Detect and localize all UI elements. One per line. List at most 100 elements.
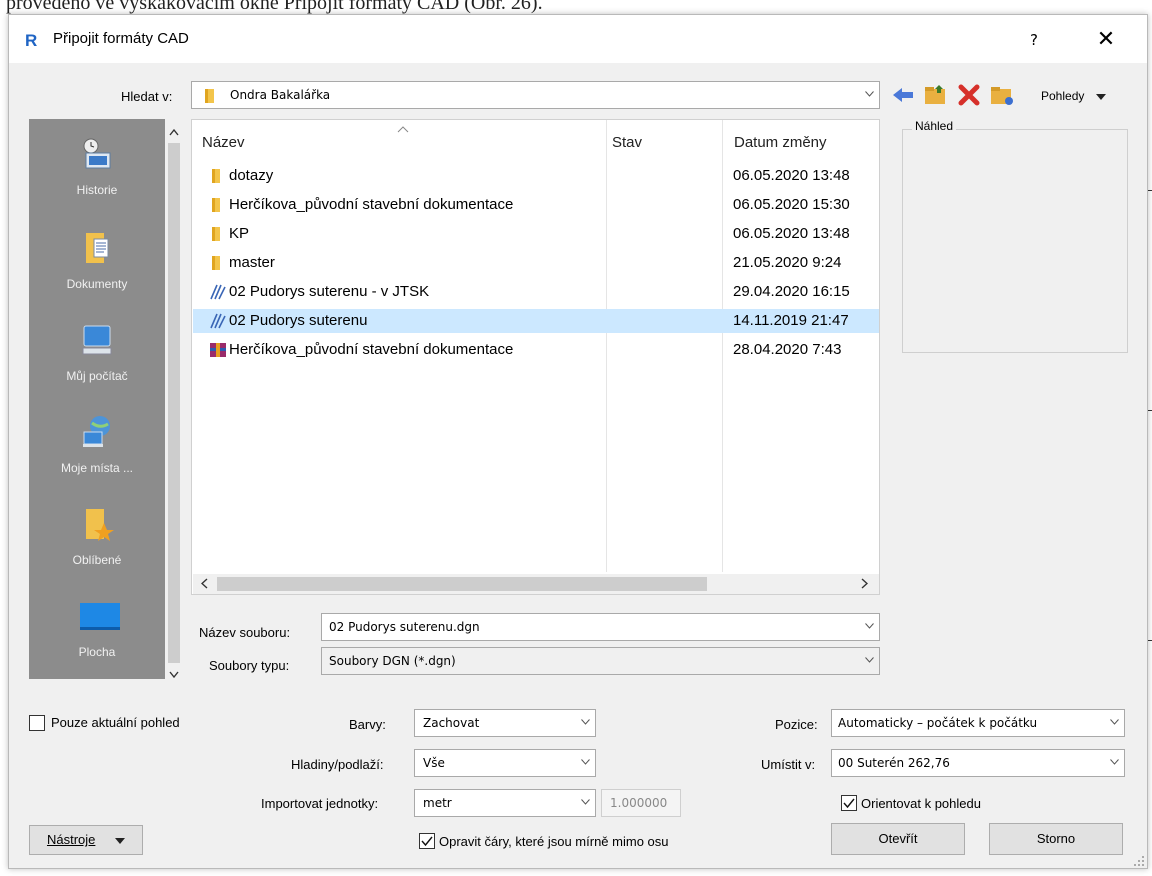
look-in-select[interactable]: Ondra Bakalářka — [191, 81, 880, 109]
document-caption: provedeno ve vyskakovacím okně Připojit … — [6, 0, 543, 14]
file-date: 06.05.2020 13:48 — [733, 225, 850, 242]
scrollbar-thumb[interactable] — [168, 143, 180, 663]
place-desktop[interactable]: Plocha — [29, 599, 165, 659]
place-label: Oblíbené — [72, 553, 122, 567]
filetype-value: Soubory DGN (*.dgn) — [329, 654, 456, 668]
close-button[interactable]: ✕ — [1086, 25, 1126, 55]
file-date: 21.05.2020 9:24 — [733, 254, 842, 271]
new-folder-icon[interactable] — [989, 83, 1015, 107]
desktop-icon — [80, 599, 120, 633]
computer-icon — [80, 323, 114, 357]
file-date: 28.04.2020 7:43 — [733, 341, 842, 358]
column-header-name[interactable]: Název — [202, 134, 245, 151]
fix-lines-checkbox[interactable] — [419, 833, 435, 849]
orient-to-view-checkbox[interactable] — [841, 795, 857, 811]
help-button[interactable]: ? — [1014, 25, 1054, 55]
revit-app-icon: R — [25, 31, 38, 50]
column-header-status[interactable]: Stav — [612, 134, 642, 151]
places-scrollbar[interactable] — [165, 119, 183, 679]
dropdown-arrow-icon — [115, 826, 126, 854]
filename-value: 02 Pudorys suterenu.dgn — [329, 620, 480, 634]
title-bar: R Připojit formáty CAD ? ✕ — [9, 15, 1147, 63]
scroll-up-icon[interactable] — [169, 125, 179, 140]
colors-select[interactable]: Zachovat — [414, 709, 596, 737]
orient-to-view-label: Orientovat k pohledu — [861, 796, 981, 811]
place-my-network[interactable]: Moje místa ... — [29, 415, 165, 475]
folder-icon — [209, 226, 225, 242]
chevron-down-icon — [865, 623, 874, 631]
file-name: Herčíkova_původní stavební dokumentace — [229, 341, 514, 358]
filename-combobox[interactable]: 02 Pudorys suterenu.dgn — [321, 613, 880, 641]
look-in-label: Hledat v: — [121, 89, 173, 104]
file-row[interactable]: Herčíkova_původní stavební dokumentace 0… — [193, 193, 879, 217]
position-label: Pozice: — [775, 717, 818, 732]
scroll-down-icon[interactable] — [169, 667, 179, 682]
column-header-date[interactable]: Datum změny — [734, 134, 827, 151]
current-view-only-checkbox[interactable] — [29, 715, 45, 731]
chevron-down-icon — [581, 799, 590, 807]
delete-icon[interactable] — [957, 83, 981, 107]
favorites-icon — [80, 507, 114, 541]
dgn-file-icon — [209, 284, 226, 300]
file-row[interactable]: dotazy 06.05.2020 13:48 — [193, 164, 879, 188]
scrollbar-thumb[interactable] — [217, 577, 707, 591]
position-select[interactable]: Automaticky – počátek k počátku — [831, 709, 1125, 737]
views-menu[interactable]: Pohledy — [1041, 89, 1106, 103]
file-date: 29.04.2020 16:15 — [733, 283, 850, 300]
up-folder-icon[interactable] — [923, 83, 949, 107]
tools-label: Nástroje — [46, 832, 96, 847]
file-date: 06.05.2020 13:48 — [733, 167, 850, 184]
position-value: Automaticky – počátek k počátku — [838, 716, 1038, 730]
chevron-down-icon — [1110, 719, 1119, 727]
chevron-down-icon — [1110, 759, 1119, 767]
scroll-right-icon[interactable] — [861, 578, 869, 593]
file-name: Herčíkova_původní stavební dokumentace — [229, 196, 514, 213]
open-button[interactable]: Otevřít — [831, 823, 965, 855]
place-favorites[interactable]: Oblíbené — [29, 507, 165, 567]
layers-label: Hladiny/podlaží: — [291, 757, 384, 772]
place-label: Moje místa ... — [60, 461, 134, 475]
dropdown-arrow-icon — [1095, 89, 1106, 103]
file-name: 02 Pudorys suterenu - v JTSK — [229, 283, 430, 300]
layers-select[interactable]: Vše — [414, 749, 596, 777]
cancel-button[interactable]: Storno — [989, 823, 1123, 855]
import-units-select[interactable]: metr — [414, 789, 596, 817]
filetype-select[interactable]: Soubory DGN (*.dgn) — [321, 647, 880, 675]
file-list[interactable]: Název Stav Datum změny dotazy 06.05.2020… — [191, 119, 880, 595]
documents-icon — [80, 231, 114, 265]
file-date: 14.11.2019 21:47 — [733, 312, 849, 329]
place-at-value: 00 Suterén 262,76 — [838, 756, 950, 770]
back-arrow-icon[interactable] — [891, 85, 915, 105]
fix-lines-label: Opravit čáry, které jsou mírně mimo osu — [439, 834, 669, 849]
file-row-selected[interactable]: 02 Pudorys suterenu 14.11.2019 21:47 — [193, 309, 879, 333]
tools-button[interactable]: Nástroje — [29, 825, 143, 855]
place-my-computer[interactable]: Můj počítač — [29, 323, 165, 383]
chevron-down-icon — [865, 657, 874, 665]
current-view-only-label: Pouze aktuální pohled — [51, 715, 180, 730]
filename-label: Název souboru: — [199, 625, 291, 640]
folder-icon — [209, 255, 225, 271]
file-row[interactable]: Herčíkova_původní stavební dokumentace 2… — [193, 338, 879, 362]
horizontal-scrollbar[interactable] — [193, 574, 879, 594]
place-history[interactable]: Historie — [29, 137, 165, 197]
preview-label: Náhled — [912, 119, 957, 133]
folder-icon — [209, 168, 225, 184]
colors-label: Barvy: — [349, 717, 386, 732]
colors-value: Zachovat — [423, 716, 480, 730]
archive-icon — [209, 342, 226, 358]
window-title: Připojit formáty CAD — [53, 30, 189, 47]
file-row[interactable]: KP 06.05.2020 13:48 — [193, 222, 879, 246]
place-label: Historie — [76, 183, 118, 197]
file-row[interactable]: 02 Pudorys suterenu - v JTSK 29.04.2020 … — [193, 280, 879, 304]
file-name: master — [229, 254, 275, 271]
folder-icon — [202, 88, 216, 103]
scroll-left-icon[interactable] — [200, 578, 208, 593]
place-documents[interactable]: Dokumenty — [29, 231, 165, 291]
place-label: Dokumenty — [66, 277, 128, 291]
file-row[interactable]: master 21.05.2020 9:24 — [193, 251, 879, 275]
file-name: 02 Pudorys suterenu — [229, 312, 368, 329]
filetype-label: Soubory typu: — [209, 658, 290, 673]
preview-box — [902, 129, 1128, 353]
resize-grip-icon[interactable] — [1133, 855, 1145, 867]
place-at-select[interactable]: 00 Suterén 262,76 — [831, 749, 1125, 777]
